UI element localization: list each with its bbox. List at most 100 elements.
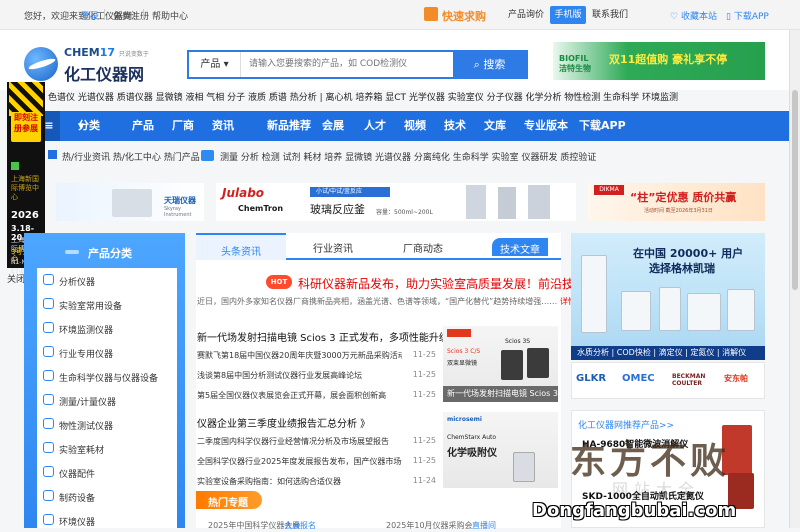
nav-item-news[interactable]: 资讯 <box>212 111 234 141</box>
category-item[interactable]: 实验室常用设备 <box>37 292 177 316</box>
nav-item-tech[interactable]: 技术 <box>444 111 466 141</box>
instrument-image <box>513 452 535 482</box>
tab-companies[interactable]: 厂商动态 <box>378 240 468 256</box>
hot-topics-header: 热门专题 <box>196 491 266 509</box>
recommend-link[interactable]: 化工仪器网推荐产品>> <box>578 418 674 431</box>
topic-tag[interactable]: 直播间 <box>472 520 496 531</box>
recommend-product[interactable]: SKD-1000全自动凯氏定氮仪 <box>582 489 704 502</box>
news-group-title[interactable]: 新一代场发射扫描电镜 Scios 3 正式发布，多项性能升级 <box>197 329 449 344</box>
topic-tag[interactable]: 会展报名 <box>284 520 316 531</box>
news-image-adsorption[interactable]: microsemi ChemStarx Auto 化学吸附仪 <box>443 412 558 488</box>
instrument-image <box>621 291 651 331</box>
image-caption: 新一代场发射扫描电镜 Scios 3 正式 <box>443 386 558 402</box>
category-item[interactable]: 制药设备 <box>37 484 177 508</box>
category-item[interactable]: 环境仪器 <box>37 508 177 532</box>
hot-badge: HOT <box>266 275 292 289</box>
tab-headlines[interactable]: 头条资讯 <box>196 233 286 260</box>
cube-icon <box>43 346 54 357</box>
headline-row[interactable]: HOT 科研仪器新品发布，助力实验室高质量发展！前沿技术 <box>266 275 586 291</box>
partner-logo[interactable]: BECKMAN COULTER <box>672 373 712 387</box>
news-date: 11-25 <box>412 350 436 359</box>
nav-item-app[interactable]: 下载APP <box>579 111 626 141</box>
category-label: 测量/计量仪器 <box>59 398 117 408</box>
app-link[interactable]: ▯ 下载APP <box>726 9 769 22</box>
top-link-contact[interactable]: 联系我们 <box>592 6 628 24</box>
news-row[interactable]: 全国科学仪器行业2025年度发展报告发布，国产仪器市场份额持续提升 <box>197 456 402 467</box>
quick-buy-label: 快速求购 <box>442 10 486 23</box>
nav-item-library[interactable]: 文库 <box>484 111 506 141</box>
site-logo[interactable]: CHEM17 只说变数于 化工仪器网 <box>24 45 164 85</box>
partner-logo[interactable]: GLKR <box>576 373 606 384</box>
search-input[interactable] <box>249 52 449 77</box>
signal-icon <box>43 322 54 333</box>
category-label: 分析仪器 <box>59 278 96 288</box>
scrollbar-thumb[interactable] <box>792 90 798 290</box>
banner-brand: Julabo <box>222 186 265 200</box>
banner-tag: 小试/中试/釜反应 <box>310 187 390 197</box>
category-item[interactable]: 生命科学仪器与仪器设备 <box>37 364 177 388</box>
login-link[interactable]: 登录 <box>81 9 99 22</box>
news-panel: 头条资讯 行业资讯 厂商动态 技术文章 HOT 科研仪器新品发布，助力实验室高质… <box>196 233 589 528</box>
news-row[interactable]: 二季度国内科学仪器行业经营情况分析及市场展望报告 <box>197 436 402 447</box>
news-row[interactable]: 赛默飞第18届中国仪器20周年庆暨3000万元新品采购活动启动仪式 <box>197 350 402 361</box>
top-link-inquiry[interactable]: 产品询价 <box>508 6 544 24</box>
top-banner-ad[interactable]: BIOFIL 洁特生物 双11超值购 豪礼享不停 <box>553 42 765 80</box>
nav-item-category[interactable]: 分类 ▾ <box>78 111 100 141</box>
news-row[interactable]: 浅谈第8届中国分析测试仪器行业发展高峰论坛 <box>197 370 402 381</box>
nav-item-exhibitions[interactable]: 会展 <box>322 111 344 141</box>
search-category-select[interactable]: 产品 ▾ <box>189 52 241 77</box>
quick-buy-link[interactable]: 快速求购 <box>424 6 496 24</box>
search-button[interactable]: ⌕ 搜索 <box>453 52 526 77</box>
help-link[interactable]: 帮助中心 <box>152 9 188 22</box>
nav-item-videos[interactable]: 视频 <box>404 111 426 141</box>
instrument-image <box>527 348 549 378</box>
ad-slogan: 双11超值购 豪礼享不停 <box>609 53 728 66</box>
logo-globe-icon <box>24 47 58 81</box>
category-quick-links[interactable]: 色谱仪 光谱仪器 质谱仪器 显微镜 液相 气相 分子 液质 质谱 热分析 | 离… <box>48 90 788 106</box>
gear-icon <box>43 490 54 501</box>
category-item[interactable]: 测量/计量仪器 <box>37 388 177 412</box>
tab-tech[interactable]: 技术文章 <box>492 238 548 256</box>
partner-logo[interactable]: 安东帕 <box>724 373 748 384</box>
nav-item-jobs[interactable]: 人才 <box>364 111 386 141</box>
favorite-link[interactable]: ♡ 收藏本站 <box>670 9 717 22</box>
nav-item-products[interactable]: 产品 <box>132 111 154 141</box>
hot-links-right[interactable]: 测量 分析 检测 试剂 耗材 培养 显微镜 光谱仪器 分离纯化 生命科学 实验室… <box>220 150 596 163</box>
expo-logo-icon <box>11 162 19 170</box>
recommend-product[interactable]: HA-9680智能微波消解仪 <box>582 437 688 450</box>
partner-logo[interactable]: OMEC <box>622 373 655 384</box>
category-item[interactable]: 物性测试仪器 <box>37 412 177 436</box>
banner-title: 玻璃反应釜 <box>310 203 365 216</box>
instrument-image <box>112 189 152 217</box>
nav-item-companies[interactable]: 厂商 <box>172 111 194 141</box>
tab-industry[interactable]: 行业资讯 <box>288 240 378 256</box>
news-image-sem[interactable]: Scios 3 C/S Scios 3S 双束显微镜 新一代场发射扫描电镜 Sc… <box>443 326 558 402</box>
right-ad-glkr[interactable]: 在中国 20000+ 用户 选择格林凯瑞 水质分析 | COD快检 | 滴定仪 … <box>571 233 765 360</box>
news-group-title[interactable]: 仪器企业第三季度业绩报告汇总分析 》 <box>197 415 370 430</box>
category-item[interactable]: 环境监测仪器 <box>37 316 177 340</box>
divider <box>143 9 144 20</box>
nav-item-new-products[interactable]: 新品推荐 <box>267 111 311 141</box>
category-item[interactable]: 实验室耗材 <box>37 436 177 460</box>
topic-link[interactable]: 2025年10月仪器采购会 <box>386 520 473 531</box>
banner-ad-dikma[interactable]: DIKMA “柱”定优惠 质价共赢 活动时间 截至2026年3月31日 <box>588 183 765 221</box>
category-item[interactable]: 仪器配件 <box>37 460 177 484</box>
tube-icon <box>43 418 54 429</box>
top-link-mobile[interactable]: 手机版 <box>550 6 586 24</box>
banner-ad-reactor[interactable]: Julabo ChemTron 小试/中试/釜反应 玻璃反应釜 容量：500ml… <box>216 183 576 221</box>
phone-icon: ▯ <box>726 12 734 22</box>
search-box: 产品 ▾ ⌕ 搜索 <box>187 50 528 79</box>
scrollbar[interactable] <box>789 30 800 528</box>
category-item[interactable]: 行业专用仪器 <box>37 340 177 364</box>
close-ad-button[interactable]: 关闭 <box>7 272 25 285</box>
hot-links-left[interactable]: 热/行业资讯 热/化工中心 热门产品 <box>62 150 200 163</box>
lab-icon <box>43 298 54 309</box>
category-label: 实验室耗材 <box>59 446 105 456</box>
news-row[interactable]: 实验室设备采购指南：如何选购合适仪器 <box>197 476 402 487</box>
news-row[interactable]: 第5届全国仪器仪表展览会正式开幕，展会面积创新高 <box>197 390 402 401</box>
nav-item-pro[interactable]: 专业版本 <box>524 111 568 141</box>
category-item[interactable]: 分析仪器 <box>37 268 177 292</box>
instrument-image <box>581 255 607 333</box>
banner-ad-skyray[interactable]: 天瑞仪器 Skyray Instrument <box>56 183 204 221</box>
reactor-image <box>528 185 550 219</box>
